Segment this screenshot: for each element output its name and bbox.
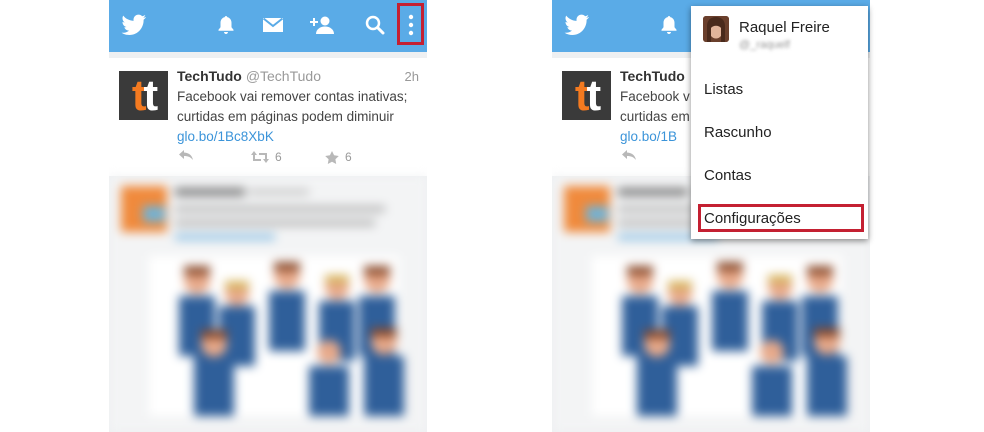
- twitter-bird-icon[interactable]: [562, 10, 592, 40]
- tweet-text: Facebook vai remover contas inativas; cu…: [177, 87, 421, 147]
- screen-before-menu: tt TechTudo @TechTudo 2h Facebook vai rem…: [109, 0, 427, 432]
- retweet-button[interactable]: 6: [251, 150, 282, 164]
- add-user-icon[interactable]: [308, 10, 338, 40]
- search-icon[interactable]: [360, 10, 390, 40]
- twitter-bird-icon[interactable]: [119, 10, 149, 40]
- tweet-card[interactable]: tt TechTudo @TechTudo 2h Facebook vai rem…: [109, 58, 427, 176]
- overflow-menu-highlight: [397, 3, 424, 45]
- profile-handle: @_raquelf: [739, 39, 790, 51]
- app-topbar: [109, 0, 427, 52]
- tweet-handle: @TechTudo: [245, 68, 321, 84]
- favorite-button[interactable]: 6: [325, 150, 352, 164]
- mail-icon[interactable]: [258, 10, 288, 40]
- techtudo-avatar[interactable]: tt: [119, 71, 168, 120]
- menu-item-contas[interactable]: Contas: [704, 167, 752, 184]
- overflow-menu: Raquel Freire @_raquelf Listas Rascunho …: [691, 6, 868, 239]
- tweet-author[interactable]: TechTudo: [620, 68, 685, 84]
- menu-item-listas[interactable]: Listas: [704, 81, 743, 98]
- retweet-count: 6: [275, 150, 282, 164]
- tweet-actions: 6 6: [177, 150, 407, 168]
- favorite-star-icon: [325, 150, 339, 164]
- bell-icon[interactable]: [211, 10, 241, 40]
- configuracoes-highlight: [698, 204, 864, 232]
- tweet-time: 2h: [404, 69, 419, 84]
- techtudo-avatar[interactable]: tt: [562, 71, 611, 120]
- menu-profile[interactable]: Raquel Freire @_raquelf: [691, 6, 868, 62]
- tweet-author[interactable]: TechTudo @TechTudo: [177, 68, 321, 84]
- bell-icon[interactable]: [654, 10, 684, 40]
- menu-item-rascunho[interactable]: Rascunho: [704, 124, 772, 141]
- profile-avatar: [703, 16, 729, 42]
- reply-icon[interactable]: [622, 150, 636, 160]
- reply-icon[interactable]: [179, 150, 193, 160]
- profile-name: Raquel Freire: [739, 19, 830, 36]
- blurred-tweet: [109, 176, 427, 432]
- tweet-link[interactable]: glo.bo/1Bc8XbK: [177, 127, 421, 147]
- favorite-count: 6: [345, 150, 352, 164]
- retweet-icon: [251, 151, 269, 163]
